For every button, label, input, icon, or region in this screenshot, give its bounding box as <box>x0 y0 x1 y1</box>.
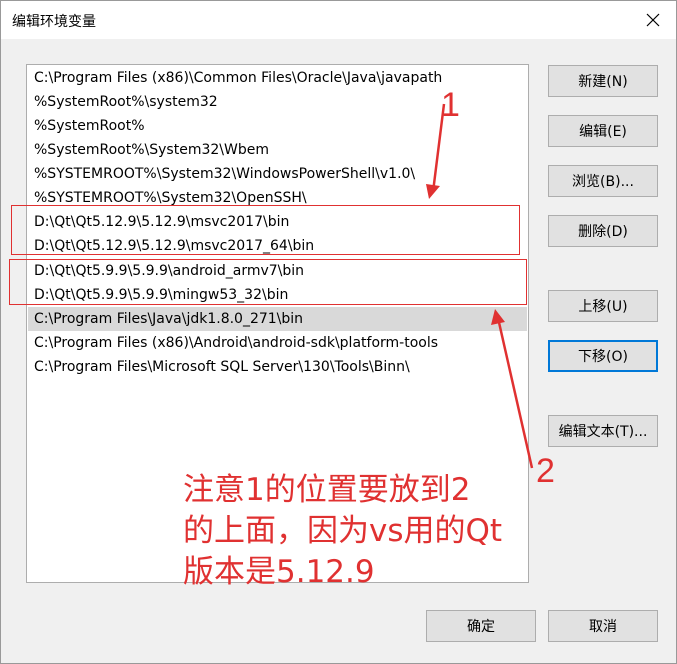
ok-button[interactable]: 确定 <box>426 610 536 642</box>
list-item[interactable]: %SystemRoot%\System32\Wbem <box>28 138 527 162</box>
list-item[interactable]: D:\Qt\Qt5.9.9\5.9.9\mingw53_32\bin <box>28 283 527 307</box>
window-title: 编辑环境变量 <box>12 14 96 30</box>
move-down-button[interactable]: 下移(O) <box>548 340 658 372</box>
close-button[interactable] <box>630 1 676 39</box>
list-item[interactable]: D:\Qt\Qt5.12.9\5.12.9\msvc2017\bin <box>28 210 527 234</box>
list-item[interactable]: C:\Program Files (x86)\Android\android-s… <box>28 331 527 355</box>
annotation-note-line: 版本是5.12.9 <box>183 554 375 590</box>
title-bar: 编辑环境变量 <box>1 1 676 39</box>
list-item[interactable]: %SYSTEMROOT%\System32\WindowsPowerShell\… <box>28 162 527 186</box>
list-item[interactable]: %SYSTEMROOT%\System32\OpenSSH\ <box>28 186 527 210</box>
edit-text-button[interactable]: 编辑文本(T)... <box>548 415 658 447</box>
cancel-button[interactable]: 取消 <box>548 610 658 642</box>
list-item[interactable]: C:\Program Files\Microsoft SQL Server\13… <box>28 355 527 379</box>
annotation-label-2: 2 <box>536 452 555 490</box>
annotation-note: 注意1的位置要放到2 的上面，因为vs用的Qt 版本是5.12.9 <box>183 470 502 593</box>
list-item[interactable]: D:\Qt\Qt5.12.9\5.12.9\msvc2017_64\bin <box>28 234 527 258</box>
edit-button[interactable]: 编辑(E) <box>548 115 658 147</box>
annotation-note-line: 注意1的位置要放到2 <box>183 472 471 508</box>
close-icon <box>646 13 660 27</box>
move-up-button[interactable]: 上移(U) <box>548 290 658 322</box>
browse-button[interactable]: 浏览(B)... <box>548 165 658 197</box>
list-item-selected[interactable]: C:\Program Files\Java\jdk1.8.0_271\bin <box>28 307 527 331</box>
annotation-note-line: 的上面，因为vs用的Qt <box>183 513 503 549</box>
annotation-label-1: 1 <box>441 86 460 124</box>
list-item[interactable]: D:\Qt\Qt5.9.9\5.9.9\android_armv7\bin <box>28 259 527 283</box>
delete-button[interactable]: 删除(D) <box>548 215 658 247</box>
new-button[interactable]: 新建(N) <box>548 65 658 97</box>
